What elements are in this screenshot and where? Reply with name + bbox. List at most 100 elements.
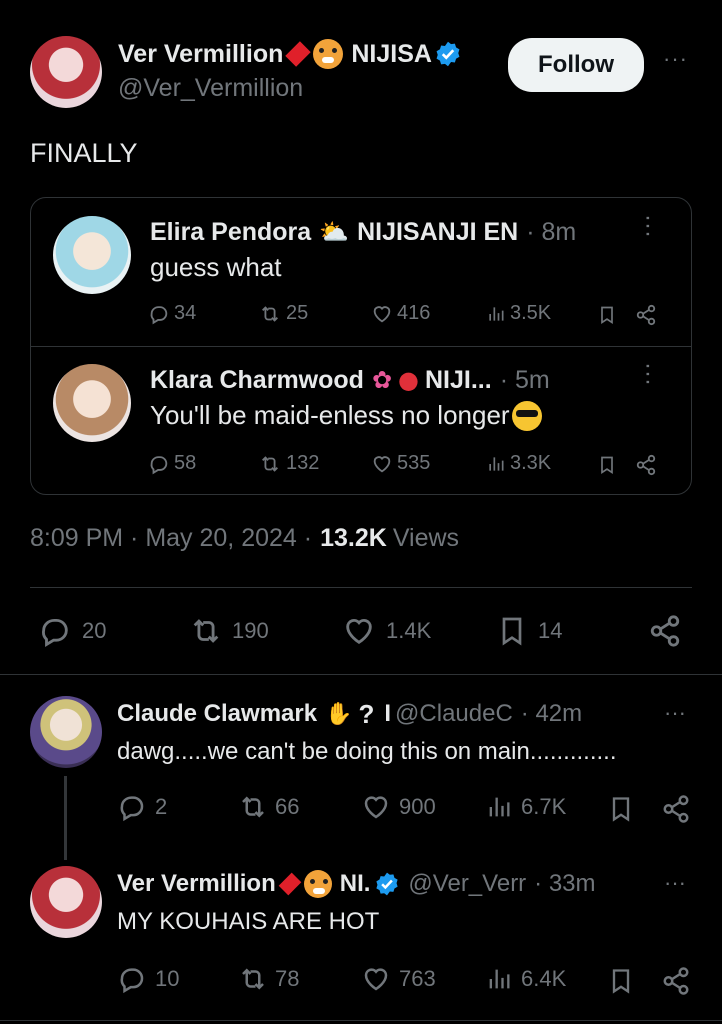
author-handle[interactable]: @Ver_Vermillion [118,74,303,103]
avatar[interactable] [30,696,102,768]
sun-cloud-emoji-icon: ⛅ [319,218,350,246]
views-button[interactable]: 6.4K [485,964,566,994]
quote-author-name[interactable]: Klara Charmwood [150,366,364,395]
share-icon[interactable] [661,794,691,824]
reply-handle[interactable]: @ClaudeC [395,700,513,728]
repost-icon [262,305,278,322]
more-options-icon[interactable]: ··· [635,362,662,386]
quote-divider [31,346,691,347]
avatar[interactable] [30,866,102,938]
quote-time[interactable]: · 5m [500,366,550,395]
reply-count: 20 [82,618,107,643]
avatar[interactable] [30,36,102,108]
bookmark-icon[interactable] [597,454,617,476]
repost-icon [262,455,278,472]
like-button[interactable]: 763 [361,964,436,994]
views-button[interactable]: 3.3K [486,452,551,475]
diamond-emoji-icon [278,872,302,896]
repost-count: 78 [275,966,300,991]
quote-actions: 34 25 416 3.5K [148,302,668,330]
divider [30,587,692,588]
reply-author-name[interactable]: Claude Clawmark [117,700,317,728]
share-icon[interactable] [661,966,691,996]
avatar[interactable] [53,216,131,294]
like-count: 900 [399,794,436,819]
more-options-icon[interactable]: ··· [663,46,688,72]
follow-button[interactable]: Follow [508,38,644,92]
repost-button[interactable]: 78 [237,964,299,994]
repost-button[interactable]: 132 [258,452,319,475]
bookmark-button[interactable]: 14 [496,614,562,648]
views-icon [489,306,504,321]
reply-count: 10 [155,966,180,991]
views-button[interactable]: 6.7K [485,792,566,822]
divider [0,1020,722,1021]
reply-time[interactable]: · 42m [521,700,582,728]
more-options-icon[interactable]: ··· [635,214,662,238]
verified-badge-icon [376,872,399,896]
like-button[interactable]: 416 [371,302,430,325]
repost-icon [193,619,219,643]
reply-author-name[interactable]: Ver Vermillion [117,870,276,898]
repost-icon [242,796,264,818]
like-button[interactable]: 1.4K [342,614,431,648]
author-line: Ver Vermillion NIJISA [118,36,462,72]
heart-icon [346,619,372,645]
reply-icon [150,455,168,474]
views-label: Views [392,524,460,552]
heart-icon [373,305,391,322]
quote-text: You'll be maid-enless no longer [150,400,510,430]
repost-button[interactable]: 25 [258,302,308,325]
repost-button[interactable]: 66 [237,792,299,822]
repost-count: 190 [232,618,269,643]
reply-button[interactable]: 58 [148,452,196,475]
views-button[interactable]: 3.5K [486,302,551,325]
avatar[interactable] [53,364,131,442]
timestamp[interactable]: 8:09 PM · May 20, 2024 · [30,524,312,553]
tweet-text: FINALLY [30,138,138,168]
like-button[interactable]: 900 [361,792,436,822]
reply-count: 2 [155,794,168,819]
repost-count: 132 [286,452,320,474]
like-count: 763 [399,966,436,991]
quote-time[interactable]: · 8m [526,218,576,247]
reply-button[interactable]: 34 [148,302,196,325]
quote-author-suffix: NIJISANJI EN [357,217,519,246]
question-mark-emoji-icon: ? [358,698,375,729]
reply-author-line: Ver Vermillion NI. @Ver_Verr · 33m [117,867,596,901]
share-icon[interactable] [648,614,682,648]
quote-author-name[interactable]: Elira Pendora [150,218,311,247]
reply-icon [120,796,144,822]
more-options-icon[interactable]: ··· [664,870,686,896]
divider [0,674,722,675]
more-options-icon[interactable]: ··· [664,700,686,726]
reply-author-line: Claude Clawmark ✋ ? I @ClaudeC · 42m [117,697,582,731]
quote-text: guess what [150,252,282,282]
reply-icon [120,968,144,994]
reply-text: dawg.....we can't be doing this on main.… [117,738,617,765]
bookmark-count: 14 [538,618,563,643]
truncated-name-icon: I [384,700,392,727]
reply-handle[interactable]: @Ver_Verr [408,870,526,898]
repost-icon [242,968,264,990]
share-icon[interactable] [635,304,657,326]
bookmark-icon[interactable] [597,304,617,326]
reply-button[interactable]: 2 [117,792,167,822]
views-count: 6.7K [521,794,567,819]
thread-line [64,776,67,860]
quote-author-suffix: NIJI... [425,365,492,394]
repost-button[interactable]: 190 [188,614,269,648]
bookmark-icon[interactable] [607,966,635,996]
reply-time[interactable]: · 33m [534,870,595,898]
reply-author-suffix: NI. [339,870,371,897]
heart-icon [364,796,388,819]
diamond-emoji-icon [285,41,312,67]
bookmark-icon[interactable] [607,794,635,824]
share-icon[interactable] [635,454,657,476]
reply-button[interactable]: 10 [117,964,179,994]
reply-button[interactable]: 20 [38,614,106,648]
author-name[interactable]: Ver Vermillion [118,40,283,69]
reply-count: 58 [174,452,197,474]
like-button[interactable]: 535 [371,452,430,475]
quote-actions: 58 132 535 3.3K [148,452,668,480]
